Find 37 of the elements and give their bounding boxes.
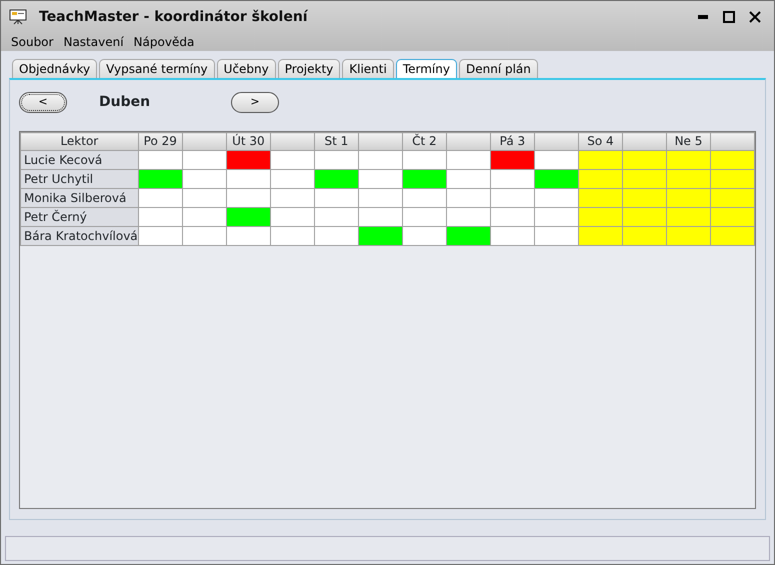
app-icon (9, 9, 27, 25)
row-header: Lucie Kecová (20, 150, 138, 170)
menu-item[interactable]: Nastavení (63, 33, 124, 51)
column-header: Po 29 (138, 132, 182, 150)
column-header (270, 132, 314, 150)
tab[interactable]: Denní plán (458, 59, 538, 78)
month-label: Duben (98, 92, 152, 112)
row-header: Petr Uchytil (20, 170, 138, 188)
column-header (534, 132, 578, 150)
column-header: Čt 2 (402, 132, 446, 150)
close-icon[interactable] (749, 11, 761, 23)
column-header (358, 132, 402, 150)
column-header (446, 132, 490, 150)
column-header: Lektor (20, 132, 138, 150)
column-header (182, 132, 226, 150)
tab[interactable]: Termíny (396, 59, 457, 78)
tab[interactable]: Vypsané termíny (99, 59, 215, 78)
column-header (710, 132, 754, 150)
tab[interactable]: Projekty (278, 59, 340, 78)
column-header: So 4 (578, 132, 623, 150)
column-header: Út 30 (226, 132, 270, 150)
column-header: Pá 3 (490, 132, 534, 150)
tab[interactable]: Učebny (216, 59, 276, 78)
maximize-icon[interactable] (723, 11, 735, 23)
tab[interactable]: Objednávky (12, 59, 98, 78)
row-header: Monika Silberová (20, 188, 138, 208)
column-header: St 1 (314, 132, 358, 150)
column-header (622, 132, 666, 150)
row-header: Bára Kratochvílová (20, 226, 138, 246)
window-title: TeachMaster - koordinátor školení (39, 8, 308, 26)
menu-item[interactable]: Soubor (11, 33, 54, 51)
previous-button[interactable]: < (19, 92, 67, 112)
next-button[interactable]: > (231, 92, 279, 112)
row-header: Petr Černý (20, 208, 138, 226)
tab[interactable]: Klienti (342, 59, 394, 78)
column-header: Ne 5 (666, 132, 711, 150)
menu-item[interactable]: Nápověda (134, 33, 194, 51)
